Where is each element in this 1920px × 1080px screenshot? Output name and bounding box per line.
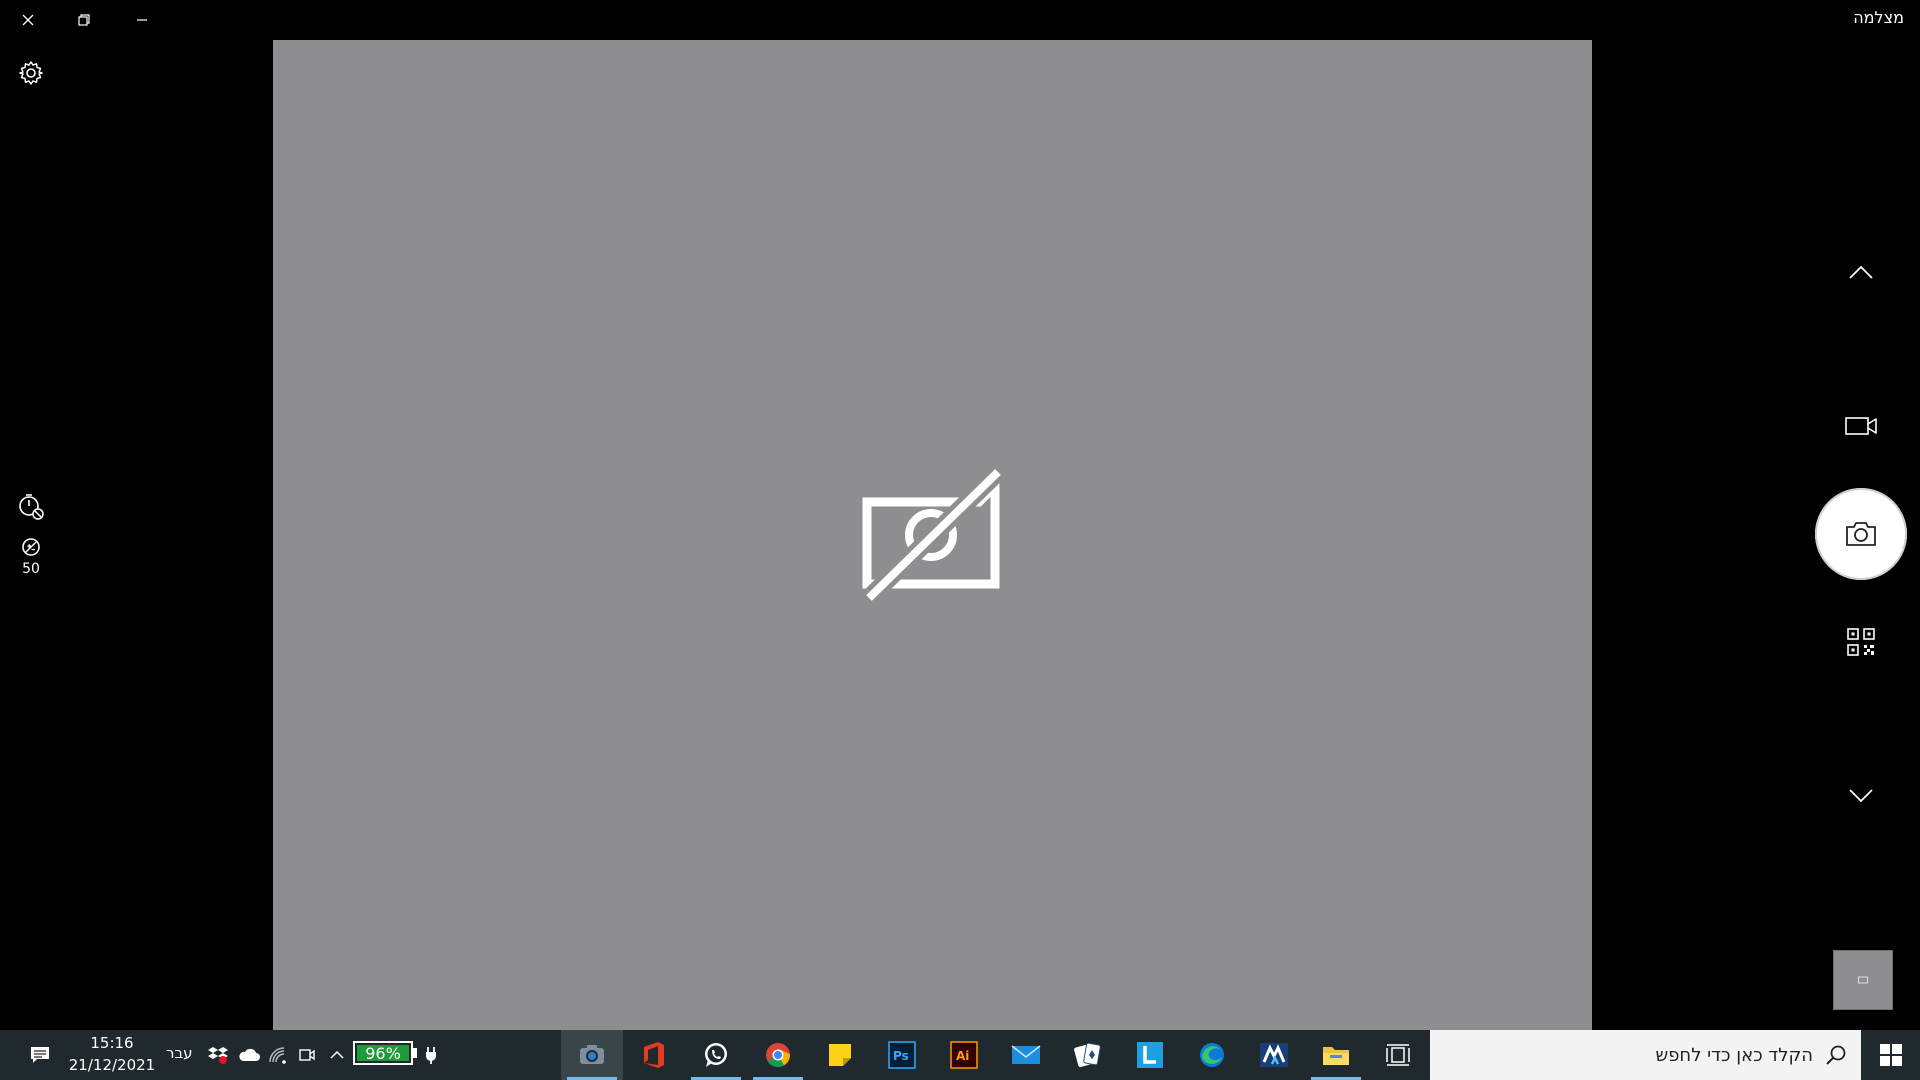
close-button[interactable] <box>0 0 56 40</box>
lingo-icon <box>1137 1042 1163 1068</box>
dropbox-tray[interactable] <box>206 1030 230 1080</box>
wifi-tray[interactable] <box>266 1030 290 1080</box>
taskbar-search-box[interactable]: הקלד כאן כדי לחפש <box>1430 1030 1861 1080</box>
timer-button[interactable] <box>12 488 50 524</box>
qr-code-icon <box>1847 628 1875 656</box>
camera-app-icon <box>580 1045 604 1064</box>
taskbar-app-whatsapp[interactable] <box>685 1030 747 1080</box>
taskbar-app-file-explorer[interactable] <box>1305 1030 1367 1080</box>
video-mode-button[interactable] <box>1841 410 1881 442</box>
meet-now-tray[interactable] <box>296 1030 318 1080</box>
chevron-up-icon <box>330 1050 344 1059</box>
battery-terminal <box>413 1048 417 1058</box>
capture-button[interactable] <box>1815 488 1907 580</box>
edge-icon <box>1200 1043 1224 1067</box>
system-clock[interactable]: 15:16 21/12/2021 <box>62 1032 162 1076</box>
taskbar-app-m[interactable] <box>1243 1030 1305 1080</box>
taskbar-app-photoshop[interactable]: Ps <box>871 1030 933 1080</box>
task-view-button[interactable] <box>1367 1030 1429 1080</box>
taskbar-app-office[interactable] <box>623 1030 685 1080</box>
dropbox-icon <box>208 1047 228 1064</box>
taskbar-app-lingo[interactable] <box>1119 1030 1181 1080</box>
restore-icon <box>78 14 90 26</box>
show-hidden-icons-button[interactable] <box>325 1030 349 1080</box>
chrome-icon <box>766 1043 790 1068</box>
whatsapp-icon <box>705 1043 727 1067</box>
gear-icon <box>19 61 43 85</box>
cloud-icon <box>239 1048 260 1061</box>
barcode-mode-button[interactable] <box>1841 625 1881 659</box>
minimize-button[interactable] <box>114 0 170 40</box>
m-app-icon <box>1260 1043 1288 1067</box>
clock-date: 21/12/2021 <box>68 1056 156 1074</box>
timer-off-icon <box>19 494 44 520</box>
folder-icon <box>1323 1047 1349 1065</box>
office-icon <box>644 1042 664 1068</box>
brightness-icon <box>22 538 40 556</box>
photoshop-icon: Ps <box>888 1041 916 1069</box>
action-center-button[interactable] <box>18 1030 62 1080</box>
task-view-icon <box>1386 1044 1410 1066</box>
thumbnail-icon <box>1858 976 1868 984</box>
camera-off-icon <box>862 468 1001 604</box>
chevron-down-icon <box>1849 789 1873 803</box>
taskbar-app-solitaire[interactable] <box>1057 1030 1119 1080</box>
video-icon <box>1845 417 1877 435</box>
last-photo-thumbnail[interactable] <box>1833 950 1893 1010</box>
window-title: מצלמה <box>1853 8 1904 27</box>
illustrator-icon: Ai <box>950 1041 978 1069</box>
onedrive-tray[interactable] <box>236 1030 262 1080</box>
search-placeholder: הקלד כאן כדי לחפש <box>1655 1044 1813 1066</box>
notification-icon <box>31 1047 49 1063</box>
sticky-notes-icon <box>829 1044 851 1066</box>
clock-time: 15:16 <box>90 1034 134 1052</box>
start-button[interactable] <box>1862 1030 1920 1080</box>
windows-logo-icon <box>1880 1044 1902 1066</box>
minimize-icon <box>137 19 147 21</box>
mail-icon <box>1011 1045 1041 1064</box>
battery-percent: 96% <box>357 1044 409 1063</box>
scroll-up-button[interactable] <box>1841 256 1881 288</box>
search-icon <box>1826 1045 1846 1065</box>
solitaire-icon <box>1074 1042 1101 1068</box>
taskbar-app-chrome[interactable] <box>747 1030 809 1080</box>
taskbar-app-illustrator[interactable]: Ai <box>933 1030 995 1080</box>
camera-icon <box>1846 522 1876 546</box>
svg-text:Ps: Ps <box>893 1049 909 1063</box>
scroll-down-button[interactable] <box>1841 780 1881 812</box>
webcam-icon <box>299 1049 315 1061</box>
restore-button[interactable] <box>56 0 112 40</box>
battery-indicator[interactable]: 96% <box>353 1041 413 1065</box>
taskbar-app-sticky-notes[interactable] <box>809 1030 871 1080</box>
taskbar-app-camera[interactable] <box>561 1030 623 1080</box>
power-plug-tray[interactable] <box>420 1030 442 1080</box>
plug-icon <box>426 1047 436 1064</box>
settings-button[interactable] <box>12 55 50 91</box>
camera-off-indicator <box>861 468 1001 604</box>
taskbar-app-mail[interactable] <box>995 1030 1057 1080</box>
taskbar-app-edge[interactable] <box>1181 1030 1243 1080</box>
chevron-up-icon <box>1849 265 1873 279</box>
svg-text:Ai: Ai <box>956 1049 969 1063</box>
input-language[interactable]: עבר <box>166 1044 193 1062</box>
close-icon <box>22 14 34 26</box>
wifi-icon <box>269 1047 286 1064</box>
brightness-value: 50 <box>22 561 40 577</box>
brightness-button[interactable] <box>14 535 48 559</box>
